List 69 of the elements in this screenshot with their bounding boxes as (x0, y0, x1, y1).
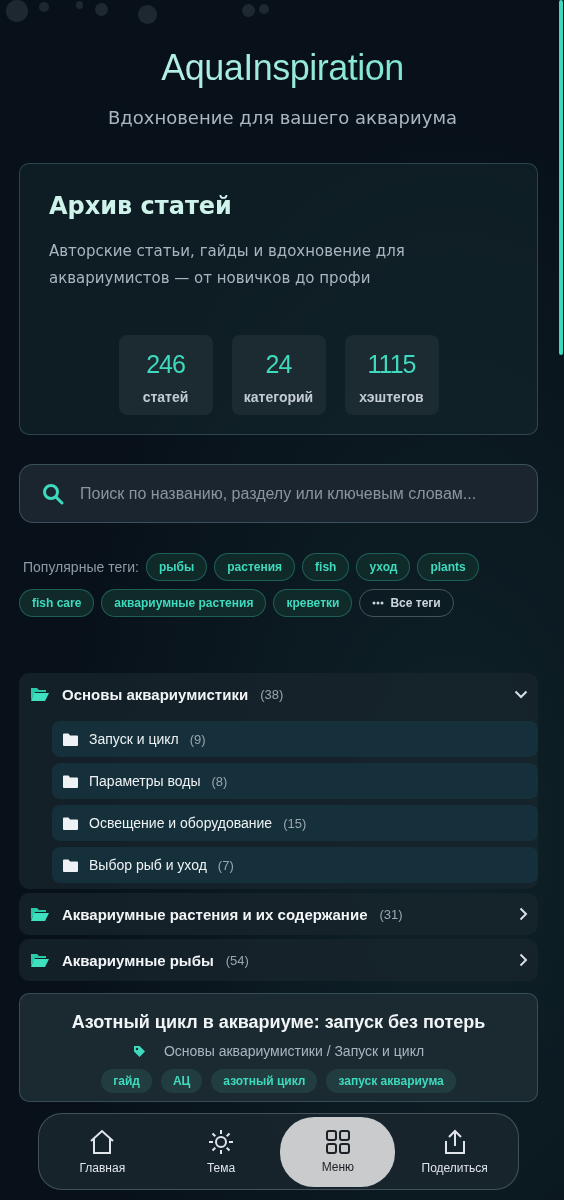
chevron-right-icon (519, 953, 528, 967)
tag-chip[interactable]: fish care (19, 589, 95, 617)
stat-value: 246 (146, 349, 185, 379)
category-item[interactable]: Основы аквариумистики (38) (19, 673, 538, 715)
article-tag[interactable]: гайд (101, 1069, 152, 1093)
folder-icon (63, 774, 78, 788)
archive-description: Авторские статьи, гайды и вдохновение для аквариумистов — от новичков до профи (49, 241, 406, 289)
category-item[interactable]: Аквариумные рыбы (54) (19, 939, 538, 981)
open-folder-icon (30, 952, 50, 968)
subcategory-item[interactable]: Параметры воды (8) (52, 763, 538, 799)
stat-value: 1115 (367, 349, 416, 379)
subcategory-name: Освещение и оборудование (89, 815, 273, 831)
tag-icon (132, 1044, 146, 1058)
scrollbar[interactable] (559, 0, 563, 355)
category-name: Основы аквариумистики (62, 685, 249, 703)
article-tag[interactable]: азотный цикл (211, 1069, 318, 1093)
subcategory-name: Запуск и цикл (89, 731, 179, 747)
subcategory-name: Выбор рыб и уход (89, 857, 207, 873)
subcategory-count: (9) (189, 731, 206, 747)
open-folder-icon (30, 686, 50, 702)
category-name: Аквариумные растения и их содержание (62, 905, 368, 923)
nav-button[interactable]: Поделиться (395, 1116, 514, 1187)
tag-chip[interactable]: уход (356, 553, 411, 581)
category-count: (54) (225, 952, 249, 968)
tag-chip[interactable]: креветки (273, 589, 353, 617)
stat-value: 24 (265, 349, 292, 379)
article-title: Азотный цикл в аквариуме: запуск без потерь (70, 1012, 487, 1033)
category-count: (38) (260, 686, 284, 702)
subcategory-item[interactable]: Запуск и цикл (9) (52, 721, 538, 757)
nav-button[interactable]: Меню (280, 1116, 396, 1187)
tag-chip[interactable]: рыбы (146, 553, 208, 581)
tag-chip[interactable]: растения (214, 553, 296, 581)
subcategory-count: (8) (211, 773, 228, 789)
subcategory-name: Параметры воды (89, 773, 201, 789)
more-icon (372, 601, 385, 605)
nav-button[interactable]: Главная (43, 1116, 162, 1187)
tagline: Вдохновение для вашего аквариума (107, 106, 458, 130)
tag-chip[interactable]: fish (302, 553, 350, 581)
category-item[interactable]: Аквариумные растения и их содержание (31) (19, 893, 538, 935)
subcategory-item[interactable]: Выбор рыб и уход (7) (52, 847, 538, 883)
archive-title: Архив статей (49, 191, 233, 222)
grid-icon (325, 1129, 350, 1154)
chevron-right-icon (519, 907, 528, 921)
share-icon (442, 1128, 467, 1155)
folder-icon (63, 816, 78, 830)
article-tag[interactable]: запуск аквариума (326, 1069, 456, 1093)
subcategory-count: (7) (217, 857, 234, 873)
subcategory-item[interactable]: Освещение и оборудование (15) (52, 805, 538, 841)
folder-icon (63, 858, 78, 872)
tags-label: Популярные теги: (23, 559, 139, 575)
category-name: Аквариумные рыбы (62, 951, 214, 969)
folder-icon (63, 732, 78, 746)
sun-icon (208, 1128, 234, 1155)
article-tag[interactable]: АЦ (160, 1069, 203, 1093)
stat-label: категорий (243, 389, 314, 405)
subcategory-count: (15) (283, 815, 307, 831)
chevron-down-icon (514, 689, 528, 699)
article-breadcrumb: Основы аквариумистики / Запуск и цикл (163, 1043, 425, 1059)
search-icon (41, 482, 65, 506)
nav-button[interactable]: Тема (161, 1116, 281, 1187)
tag-chip[interactable]: plants (417, 553, 479, 581)
search-field[interactable]: Поиск по названию, разделу или ключевым словам... (19, 464, 538, 523)
stat-label: хэштегов (359, 389, 424, 405)
home-icon (89, 1128, 116, 1155)
category-count: (31) (379, 906, 403, 922)
article-card[interactable]: Азотный цикл в аквариуме: запуск без потерь Основы аквариумистики / Запуск и цикл гайд АЦ азотный цикл запуск аквариума (19, 993, 538, 1102)
open-folder-icon (30, 906, 50, 922)
tag-chip[interactable]: аквариумные растения (101, 589, 267, 617)
stat-label: статей (142, 389, 189, 405)
